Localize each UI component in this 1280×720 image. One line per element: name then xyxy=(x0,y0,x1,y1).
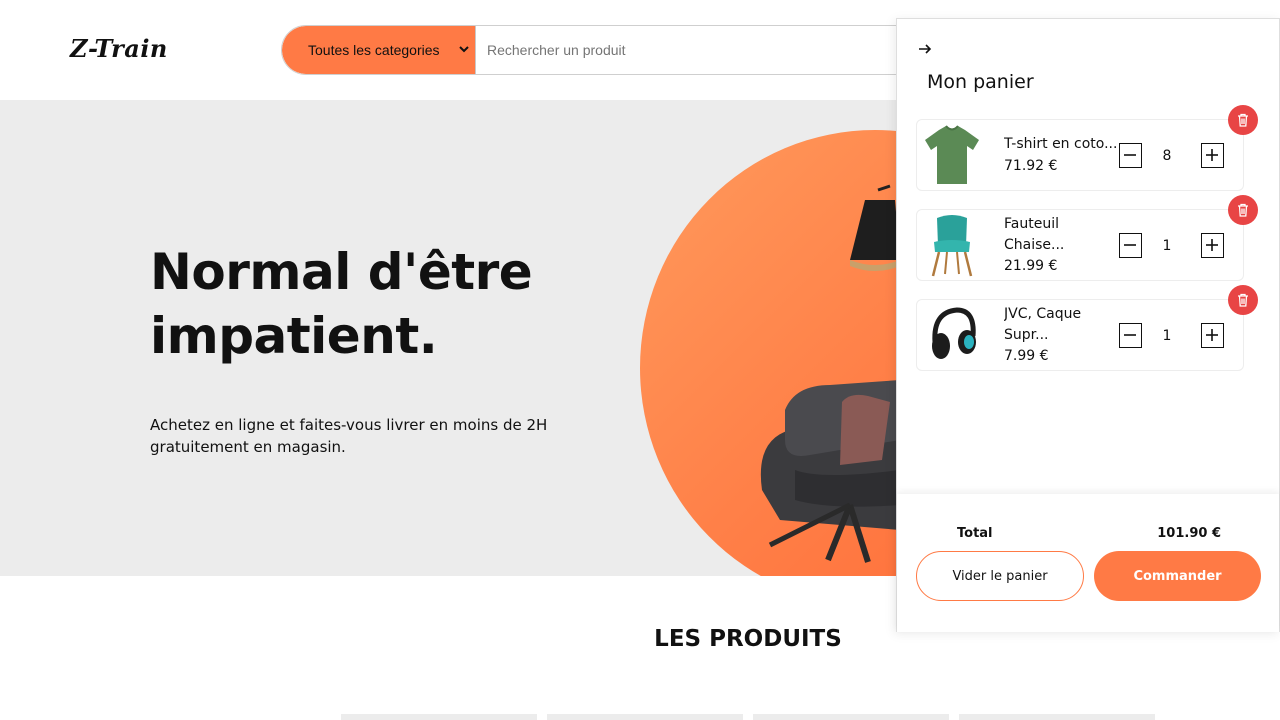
cart-item-quantity: 1 xyxy=(1162,328,1172,344)
search-placeholder: Rechercher un produit xyxy=(487,42,626,58)
cart-item: JVC, Caque Supr... 7.99 € 1 xyxy=(916,299,1244,371)
product-card[interactable] xyxy=(547,714,743,720)
arrow-right-icon[interactable] xyxy=(917,41,933,57)
decrease-quantity-button[interactable] xyxy=(1119,143,1142,168)
tshirt-image xyxy=(925,125,979,184)
cart-item-quantity: 8 xyxy=(1162,148,1172,164)
cart-title: Mon panier xyxy=(927,71,1034,93)
hero-title: Normal d'être impatient. xyxy=(150,243,533,365)
trash-icon xyxy=(1238,203,1248,217)
cart-item-name: JVC, Caque Supr... xyxy=(1004,306,1082,343)
total-value: 101.90 € xyxy=(1157,526,1221,541)
hero-armchair-lamp-image xyxy=(760,184,900,563)
chair-image xyxy=(931,215,973,277)
cart-item-price: 7.99 € xyxy=(1004,348,1049,364)
total-label: Total xyxy=(957,526,993,541)
cart-item-price: 71.92 € xyxy=(1004,158,1058,174)
product-card[interactable] xyxy=(753,714,949,720)
product-card[interactable] xyxy=(959,714,1155,720)
increase-quantity-button[interactable] xyxy=(1201,323,1224,348)
cart-item-name: Fauteuil Chaise... xyxy=(1004,216,1065,253)
plus-icon xyxy=(1206,149,1218,161)
page: Z-Train Toutes les categories Rechercher… xyxy=(0,0,1280,720)
cart-panel: Mon panier T-shirt en coto... 71.92 € 8 xyxy=(896,18,1280,632)
cart-item-price: 21.99 € xyxy=(1004,258,1058,274)
cart-item: T-shirt en coto... 71.92 € 8 xyxy=(916,119,1244,191)
search-bar: Toutes les categories Rechercher un prod… xyxy=(281,25,921,75)
decrease-quantity-button[interactable] xyxy=(1119,323,1142,348)
hero-subtitle: Achetez en ligne et faites-vous livrer e… xyxy=(150,416,548,456)
trash-icon xyxy=(1238,113,1248,127)
increase-quantity-button[interactable] xyxy=(1201,233,1224,258)
category-select[interactable]: Toutes les categories xyxy=(282,26,476,74)
logo[interactable]: Z-Train xyxy=(70,34,168,63)
cart-footer: Total 101.90 € Vider le panier Commander xyxy=(897,494,1279,632)
cart-item: Fauteuil Chaise... 21.99 € 1 xyxy=(916,209,1244,281)
empty-cart-button[interactable]: Vider le panier xyxy=(916,551,1084,601)
plus-icon xyxy=(1206,329,1218,341)
cart-item-name: T-shirt en coto... xyxy=(1004,136,1118,152)
remove-item-button[interactable] xyxy=(1228,195,1258,225)
search-input[interactable]: Rechercher un produit xyxy=(476,26,920,74)
product-card[interactable] xyxy=(341,714,537,720)
cart-item-quantity: 1 xyxy=(1162,238,1172,254)
plus-icon xyxy=(1206,239,1218,251)
chevron-down-icon xyxy=(459,46,469,53)
decrease-quantity-button[interactable] xyxy=(1119,233,1142,258)
minus-icon xyxy=(1124,244,1136,246)
minus-icon xyxy=(1124,154,1136,156)
minus-icon xyxy=(1124,334,1136,336)
remove-item-button[interactable] xyxy=(1228,105,1258,135)
remove-item-button[interactable] xyxy=(1228,285,1258,315)
increase-quantity-button[interactable] xyxy=(1201,143,1224,168)
trash-icon xyxy=(1238,293,1248,307)
headphones-image xyxy=(932,307,976,359)
order-button[interactable]: Commander xyxy=(1094,551,1261,601)
category-select-label: Toutes les categories xyxy=(308,42,440,58)
